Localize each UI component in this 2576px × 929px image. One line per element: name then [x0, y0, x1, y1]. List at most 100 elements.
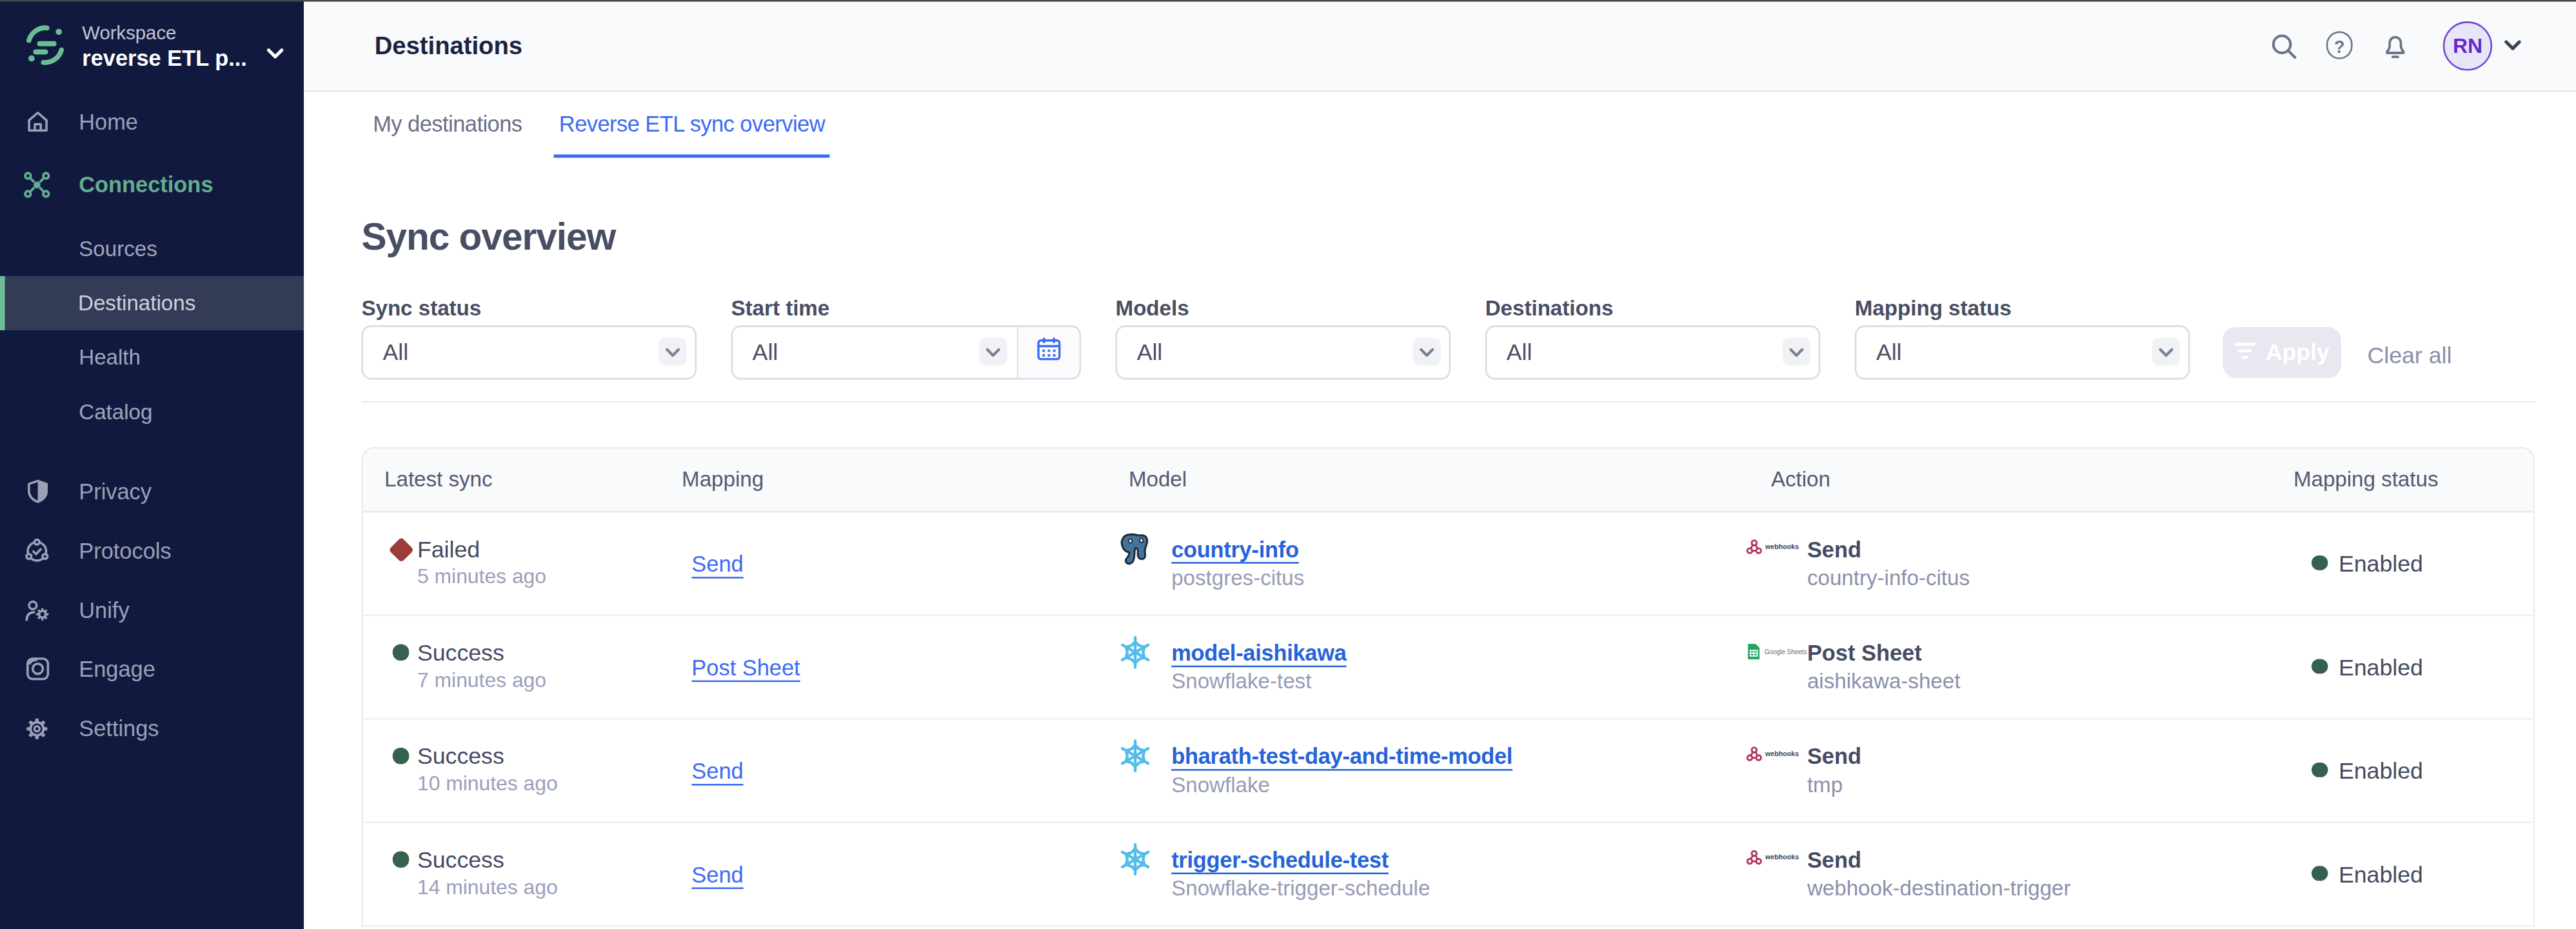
model-link[interactable]: model-aishikawa: [1171, 639, 1346, 667]
sidebar-item-settings[interactable]: Settings: [0, 699, 304, 758]
calendar-icon-button[interactable]: [1017, 326, 1080, 377]
avatar[interactable]: RN: [2443, 21, 2492, 70]
filter-label: Models: [1116, 295, 1451, 320]
sync-time-text: 10 minutes ago: [417, 770, 558, 797]
help-icon[interactable]: ?: [2324, 30, 2354, 60]
action-text-block: Sendtmp: [1807, 742, 1861, 798]
sidebar-item-engage[interactable]: Engage: [0, 639, 304, 699]
mapping-status-cell: Enabled: [2294, 757, 2533, 783]
filter-start-time: Start timeAll: [731, 295, 1082, 379]
protocols-icon: [23, 537, 51, 564]
status-text-block: Success7 minutes ago: [417, 639, 546, 695]
action-cell: Google SheetsPost Sheetaishikawa-sheet: [1747, 639, 2294, 695]
mapping-cell: Post Sheet: [682, 652, 1115, 681]
action-destination-text: country-info-citus: [1807, 563, 1970, 590]
filter-label: Destinations: [1485, 295, 1821, 320]
sidebar-item-protocols[interactable]: Protocols: [0, 521, 304, 580]
engage-icon: [23, 655, 51, 683]
failed-status-icon: [384, 535, 417, 591]
action-text-block: Post Sheetaishikawa-sheet: [1807, 639, 1960, 695]
mapping-status-select[interactable]: All: [1855, 325, 2190, 379]
status-text-block: Success10 minutes ago: [417, 742, 558, 798]
sidebar-item-destinations[interactable]: Destinations: [0, 276, 304, 330]
tab-reverse-etl-sync-overview[interactable]: Reverse ETL sync overview: [554, 92, 829, 158]
model-link[interactable]: trigger-schedule-test: [1171, 846, 1389, 874]
app-header-actions: ? RN: [2243, 21, 2522, 70]
filter-destinations: Destinations All: [1485, 295, 1821, 379]
mapping-link[interactable]: Send: [691, 552, 743, 576]
success-status-icon: [384, 846, 417, 902]
settings-icon: [23, 714, 51, 742]
sidebar-item-label: Settings: [79, 715, 159, 740]
sidebar-item-privacy[interactable]: Privacy: [0, 462, 304, 521]
sync-time-text: 7 minutes ago: [417, 666, 546, 694]
clear-all-button[interactable]: Clear all: [2368, 341, 2452, 368]
model-cell: bharath-test-day-and-time-modelSnowflake: [1116, 736, 1747, 803]
sidebar-nav: Home Connections Sources Destinations Health…: [0, 90, 304, 757]
workspace-chevron-down-icon[interactable]: [266, 36, 284, 66]
sidebar-item-connections[interactable]: Connections: [0, 153, 304, 215]
models-select[interactable]: All: [1116, 325, 1451, 379]
table-row: Success7 minutes ago Post Sheet model-aish…: [363, 615, 2533, 719]
model-cell: country-infopostgres-citus: [1116, 529, 1747, 596]
sidebar-item-sources[interactable]: Sources: [0, 222, 304, 276]
model-cell: trigger-schedule-testSnowflake-trigger-s…: [1116, 840, 1747, 907]
app-header: Destinations ? RN: [304, 0, 2576, 92]
column-header-mapping: Mapping: [682, 466, 1115, 491]
table-row: Success14 minutes ago Send trigger-schedul…: [363, 823, 2533, 926]
latest-sync-cell: Success7 minutes ago: [363, 639, 682, 695]
latest-sync-cell: Success14 minutes ago: [363, 846, 682, 902]
snowflake-icon: [1116, 736, 1155, 775]
filter-icon: [2234, 339, 2255, 365]
sidebar-item-label: Protocols: [79, 538, 171, 563]
action-cell: webhooksSendtmp: [1747, 742, 2294, 798]
apply-label: Apply: [2266, 339, 2330, 365]
sync-status-text: Success: [417, 639, 546, 666]
column-header-action: Action: [1747, 466, 2294, 491]
avatar-chevron-down-icon[interactable]: [2504, 39, 2522, 51]
connections-icon: [23, 170, 51, 198]
model-link[interactable]: bharath-test-day-and-time-model: [1171, 743, 1512, 770]
model-text-block: bharath-test-day-and-time-modelSnowflake: [1171, 741, 1512, 799]
sidebar-item-label: Destinations: [78, 291, 195, 315]
mapping-status-text: Enabled: [2339, 550, 2423, 576]
mapping-status-cell: Enabled: [2294, 550, 2533, 576]
notifications-bell-icon[interactable]: [2381, 30, 2410, 60]
webhooks-logo-icon: webhooks: [1747, 846, 1807, 902]
mapping-link[interactable]: Send: [691, 862, 743, 886]
search-icon[interactable]: [2269, 30, 2299, 60]
sync-status-select[interactable]: All: [361, 325, 697, 379]
select-value: All: [1137, 339, 1163, 365]
model-text-block: trigger-schedule-testSnowflake-trigger-s…: [1171, 844, 1430, 902]
workspace-name: reverse ETL p...: [82, 45, 251, 72]
apply-button[interactable]: Apply: [2223, 326, 2341, 377]
destinations-select[interactable]: All: [1485, 325, 1821, 379]
model-text-block: country-infopostgres-citus: [1171, 534, 1304, 592]
start-time-select[interactable]: All: [731, 325, 1082, 379]
sidebar-item-label: Connections: [79, 172, 213, 196]
model-source-text: Snowflake-test: [1171, 667, 1346, 695]
sidebar-item-home[interactable]: Home: [0, 90, 304, 153]
mapping-link[interactable]: Post Sheet: [691, 655, 800, 679]
filters-divider: [361, 400, 2535, 402]
sidebar-item-health[interactable]: Health: [0, 330, 304, 385]
mapping-status-cell: Enabled: [2294, 860, 2533, 886]
mapping-link[interactable]: Send: [691, 759, 743, 783]
sidebar-item-catalog[interactable]: Catalog: [0, 385, 304, 439]
sidebar-item-unify[interactable]: Unify: [0, 580, 304, 639]
privacy-icon: [23, 477, 51, 505]
workspace-text: Workspace reverse ETL p...: [82, 21, 251, 72]
sidebar-item-label: Health: [79, 345, 141, 370]
rudderstack-logo-icon: [23, 23, 68, 74]
window-top-strip: [0, 0, 2576, 2]
action-destination-text: aishikawa-sheet: [1807, 666, 1960, 694]
sidebar-item-label: Home: [79, 109, 138, 134]
tab-my-destinations[interactable]: My destinations: [368, 92, 528, 158]
model-source-text: Snowflake-trigger-schedule: [1171, 874, 1430, 902]
section-heading: Sync overview: [361, 214, 2576, 259]
model-link[interactable]: country-info: [1171, 535, 1299, 563]
latest-sync-cell: Success10 minutes ago: [363, 742, 682, 798]
select-value: All: [1876, 339, 1902, 365]
table-body: Failed5 minutes agoSendcountry-infopostg…: [363, 512, 2533, 926]
workspace-switcher[interactable]: Workspace reverse ETL p...: [0, 0, 304, 74]
